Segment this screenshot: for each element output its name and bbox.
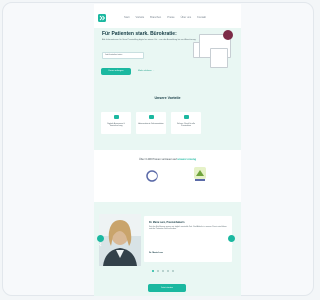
partner-logo-1 [146, 170, 158, 182]
person-image [99, 214, 141, 266]
testimonial-title: Dr. Maria Lenz, Praxisinhaberin [149, 221, 185, 224]
feature-icon [184, 115, 189, 119]
partner-logo-2 [194, 167, 206, 181]
chevron-right-icon [230, 242, 233, 247]
carousel-dot[interactable] [167, 270, 169, 272]
carousel-dot[interactable] [172, 270, 174, 272]
social-proof-highlight: unsere Lösung [177, 158, 197, 161]
feature-card: Digitale Anamnese & Terminbuchung [101, 112, 131, 134]
features-title: Unsere Vorteile [154, 96, 181, 100]
demo-button-label: Demo anfragen [108, 70, 124, 72]
testimonial-card: Dr. Maria Lenz, Praxisinhaberin Seit der… [144, 216, 232, 262]
feature-icon [114, 115, 119, 119]
nav-item-preise[interactable]: Preise [167, 16, 174, 19]
top-nav: Start Vorteile Branchen Preise Über uns … [94, 4, 241, 28]
features-row: Digitale Anamnese & Terminbuchung Automa… [101, 112, 201, 134]
carousel-dot[interactable] [152, 270, 154, 272]
nav-item-branchen[interactable]: Branchen [150, 16, 161, 19]
nav-item-start[interactable]: Start [124, 16, 129, 19]
nav-item-kontakt[interactable]: Kontakt [197, 16, 206, 19]
feature-card: Sichere Cloud für alle Praxisdaten [171, 112, 201, 134]
social-proof-lead: Über 3.400 Praxen vertrauen auf [138, 158, 178, 161]
carousel-dot[interactable] [162, 270, 164, 272]
feature-label: Automatisierte Dokumentation [138, 123, 164, 125]
carousel-prev-button[interactable] [97, 235, 104, 247]
cta-button-label: Jetzt starten [161, 287, 173, 289]
features-section: Unsere Vorteile Digitale Anamnese & Term… [94, 84, 241, 150]
feature-card: Automatisierte Dokumentation [136, 112, 166, 134]
nav-menu: Start Vorteile Branchen Preise Über uns … [124, 16, 206, 19]
website-preview: Start Vorteile Branchen Preise Über uns … [94, 4, 241, 296]
carousel-next-button[interactable] [228, 235, 235, 247]
logo-icon [98, 14, 106, 22]
device-tablet-image [210, 48, 228, 68]
feature-label: Digitale Anamnese & Terminbuchung [107, 123, 125, 128]
feature-icon [149, 115, 154, 119]
hero-section: Für Patienten stark. Bürokratie: Alle In… [94, 28, 241, 84]
hero-chip-label: Jetzt kostenlos testen [105, 54, 123, 56]
nav-item-ueber-uns[interactable]: Über uns [181, 16, 192, 19]
nav-item-vorteile[interactable]: Vorteile [135, 16, 144, 19]
demo-button[interactable]: Demo anfragen [101, 68, 131, 75]
social-proof-section: Über 3.400 Praxen vertrauen auf unsere L… [94, 150, 241, 202]
award-badge [223, 30, 233, 40]
cta-button[interactable]: Jetzt starten [148, 284, 186, 292]
hero-description: Alle Informationen für Ihren Praxisallta… [102, 39, 197, 41]
carousel-dots [152, 270, 174, 272]
testimonial-photo [99, 214, 141, 266]
feature-label: Sichere Cloud für alle Praxisdaten [176, 123, 196, 128]
testimonial-author: Dr. Maria Lenz [149, 252, 164, 254]
chevron-left-icon [99, 242, 102, 247]
hero-chip: Jetzt kostenlos testen [102, 52, 144, 59]
testimonial-quote: Seit der Einführung sparen wir täglich w… [149, 226, 227, 231]
hero-title: Für Patienten stark. Bürokratie: [102, 31, 177, 37]
learn-more-link[interactable]: Mehr erfahren → [138, 70, 155, 72]
testimonial-section: Dr. Maria Lenz, Praxisinhaberin Seit der… [94, 202, 241, 296]
social-proof-text: Über 3.400 Praxen vertrauen auf unsere L… [94, 158, 241, 161]
carousel-dot[interactable] [157, 270, 159, 272]
